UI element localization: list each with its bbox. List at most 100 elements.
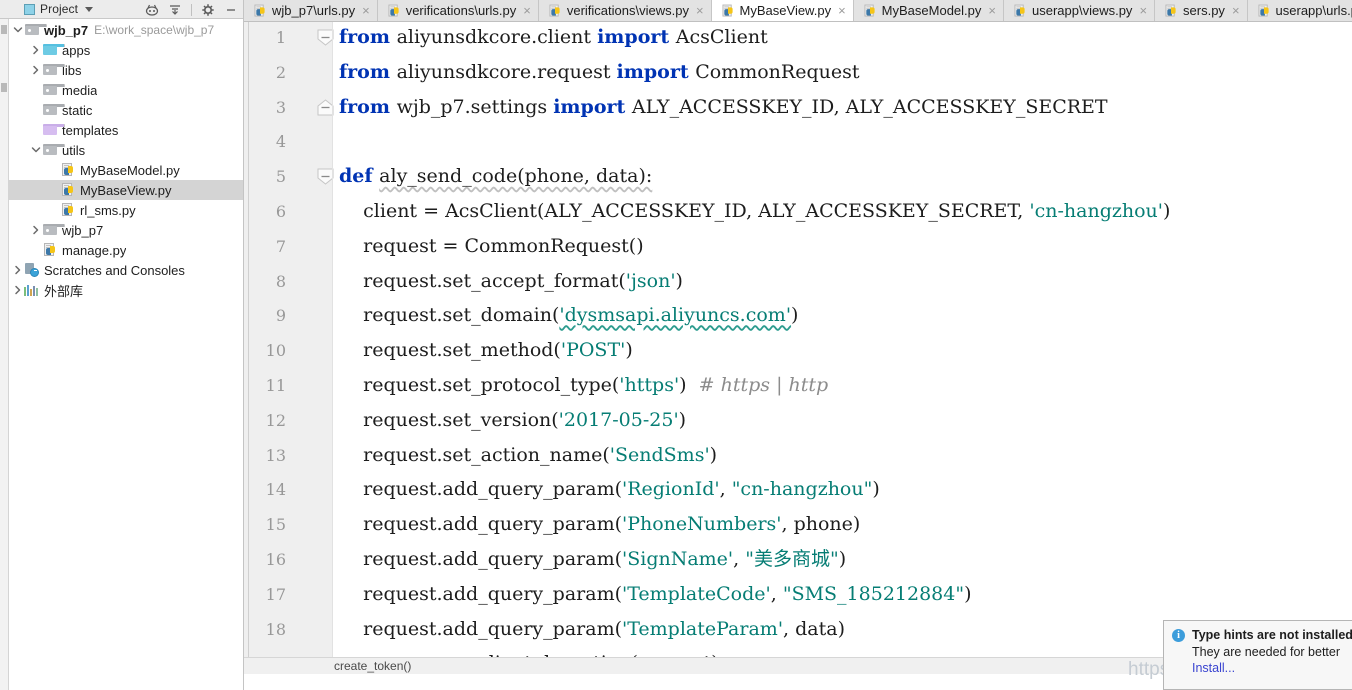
editor-tab-verifications-urls-py[interactable]: verifications\urls.py × [377, 0, 539, 21]
editor-tab-userapp-urls-py[interactable]: userapp\urls.py× [1247, 0, 1352, 21]
chevron-right-icon[interactable] [30, 220, 42, 240]
close-icon[interactable]: × [1232, 4, 1240, 17]
line-number: 1 [275, 28, 286, 47]
close-icon[interactable]: × [362, 4, 370, 17]
tree-node-label: 外部库 [44, 283, 84, 299]
editor-tab-wjb-p7-urls-py[interactable]: wjb_p7\urls.py × [244, 0, 378, 21]
collapse-all-icon[interactable] [168, 3, 182, 17]
tree-node-mybasemodel-py[interactable]: MyBaseModel.py [9, 160, 243, 180]
editor-tab-mybaseview-py[interactable]: MyBaseView.py × [711, 0, 854, 21]
info-icon: i [1172, 629, 1185, 642]
tree-node-label: wjb_p7 [44, 22, 89, 38]
line-number: 8 [275, 271, 286, 291]
line-number: 17 [265, 584, 286, 604]
code-token: request.set_domain( [339, 304, 560, 327]
tree-node-templates[interactable]: templates [9, 120, 243, 140]
tree-node-wjb-p7[interactable]: wjb_p7 [9, 220, 243, 240]
python-file-icon [1256, 3, 1271, 18]
tree-node-manage-py[interactable]: manage.py [9, 240, 243, 260]
tree-node-label: Scratches and Consoles [44, 262, 185, 278]
code-token: ) [872, 478, 880, 501]
tree-node-apps[interactable]: apps [9, 40, 243, 60]
editor-tab-label: MyBaseView.py [739, 3, 832, 18]
notification-title: Type hints are not installed [1192, 628, 1352, 642]
chevron-right-icon[interactable] [12, 280, 24, 300]
tree-node-media[interactable]: media [9, 80, 243, 100]
chevron-right-icon[interactable] [30, 40, 42, 60]
code-token: , phone) [781, 513, 861, 536]
code-token: 'PhoneNumbers' [622, 513, 782, 536]
notification-balloon[interactable]: i Type hints are not installed They are … [1163, 620, 1352, 690]
python-file-icon [386, 3, 401, 18]
editor-tab-mybasemodel-py[interactable]: MyBaseModel.py × [853, 0, 1004, 21]
python-file-icon [720, 3, 735, 18]
fold-marker-column[interactable] [317, 22, 334, 674]
tree-node-label: MyBaseModel.py [80, 162, 180, 178]
tree-node-[interactable]: 外部库 [9, 280, 243, 300]
python-file-icon [547, 3, 562, 18]
code-text[interactable]: from aliyunsdkcore.client import AcsClie… [332, 22, 1352, 674]
chevron-down-icon[interactable] [12, 20, 24, 40]
code-token: request = CommonRequest() [339, 234, 644, 257]
tree-node-static[interactable]: static [9, 100, 243, 120]
line-number: 10 [265, 341, 286, 361]
strip-nub [1, 83, 7, 92]
chevron-right-icon[interactable] [30, 60, 42, 80]
code-token: import [597, 26, 676, 48]
close-icon[interactable]: × [523, 4, 531, 17]
code-token: wjb_p7.settings [396, 95, 554, 118]
chevron-down-icon[interactable] [30, 140, 42, 160]
notification-install-link[interactable]: Install... [1192, 661, 1352, 675]
code-token: ) [709, 443, 718, 466]
line-number: 4 [275, 132, 286, 152]
gear-icon[interactable] [201, 3, 215, 17]
editor-tab-label: sers.py [1183, 3, 1225, 18]
tree-node-wjb-p7[interactable]: wjb_p7 E:\work_space\wjb_p7 [9, 20, 243, 40]
code-token: request.set_version( [339, 408, 559, 431]
line-number: 6 [275, 202, 286, 221]
code-token: ) [838, 548, 847, 570]
editor-tab-label: userapp\urls.py [1275, 3, 1352, 18]
close-icon[interactable]: × [838, 4, 846, 17]
tree-node-scratches-and-consoles[interactable]: Scratches and Consoles [9, 260, 243, 280]
code-line: request.set_domain('dysmsapi.aliyuncs.co… [339, 304, 798, 327]
minimize-icon[interactable] [224, 3, 238, 17]
editor-tab-userapp-views-py[interactable]: userapp\views.py × [1003, 0, 1156, 21]
chevron-down-icon[interactable] [85, 6, 94, 12]
close-icon[interactable]: × [696, 4, 704, 17]
editor-tab-sers-py[interactable]: sers.py × [1155, 0, 1248, 21]
close-icon[interactable]: × [1139, 4, 1147, 17]
code-token: aly_send_code(phone, data): [379, 165, 653, 188]
tree-node-label: media [62, 82, 98, 98]
code-line: request = CommonRequest() [339, 234, 644, 257]
code-token: aliyunsdkcore.request [396, 60, 617, 83]
editor-tab-verifications-views-py[interactable]: verifications\views.py × [538, 0, 712, 21]
tree-node-mybaseview-py[interactable]: MyBaseView.py [9, 180, 243, 200]
tree-node-utils[interactable]: utils [9, 140, 243, 160]
code-line: request.set_protocol_type('https') # htt… [339, 376, 828, 395]
breadcrumb[interactable]: create_token() [334, 659, 411, 673]
locate-icon[interactable] [145, 3, 159, 17]
editor-tab-bar[interactable]: wjb_p7\urls.py × verifications\urls.py × ver… [244, 0, 1352, 22]
editor-tab-label: userapp\views.py [1031, 3, 1133, 18]
tree-node-rl-sms-py[interactable]: rl_sms.py [9, 200, 243, 220]
line-number: 9 [275, 306, 286, 326]
code-token: request.set_action_name( [339, 443, 610, 466]
code-token: 'cn-hangzhou' [1029, 200, 1164, 222]
tree-node-label: wjb_p7 [62, 222, 104, 238]
code-token: 'dysmsapi.aliyuncs.com' [559, 304, 792, 327]
editor-body[interactable]: 12345678910111213141516171819 from aliyu… [244, 22, 1352, 674]
project-panel-toolbar [145, 0, 238, 19]
project-panel-header: Project [0, 0, 243, 19]
tree-node-label: utils [62, 142, 86, 158]
code-token: request.add_query_param( [339, 513, 622, 536]
code-token: 'TemplateParam' [622, 617, 784, 640]
code-line: request.add_query_param('PhoneNumbers', … [339, 513, 861, 536]
tree-node-libs[interactable]: libs [9, 60, 243, 80]
tree-node-label: rl_sms.py [80, 202, 136, 218]
close-icon[interactable]: × [988, 4, 996, 17]
chevron-right-icon[interactable] [12, 260, 24, 280]
project-tree[interactable]: wjb_p7 E:\work_space\wjb_p7 apps libs media s… [9, 19, 243, 690]
